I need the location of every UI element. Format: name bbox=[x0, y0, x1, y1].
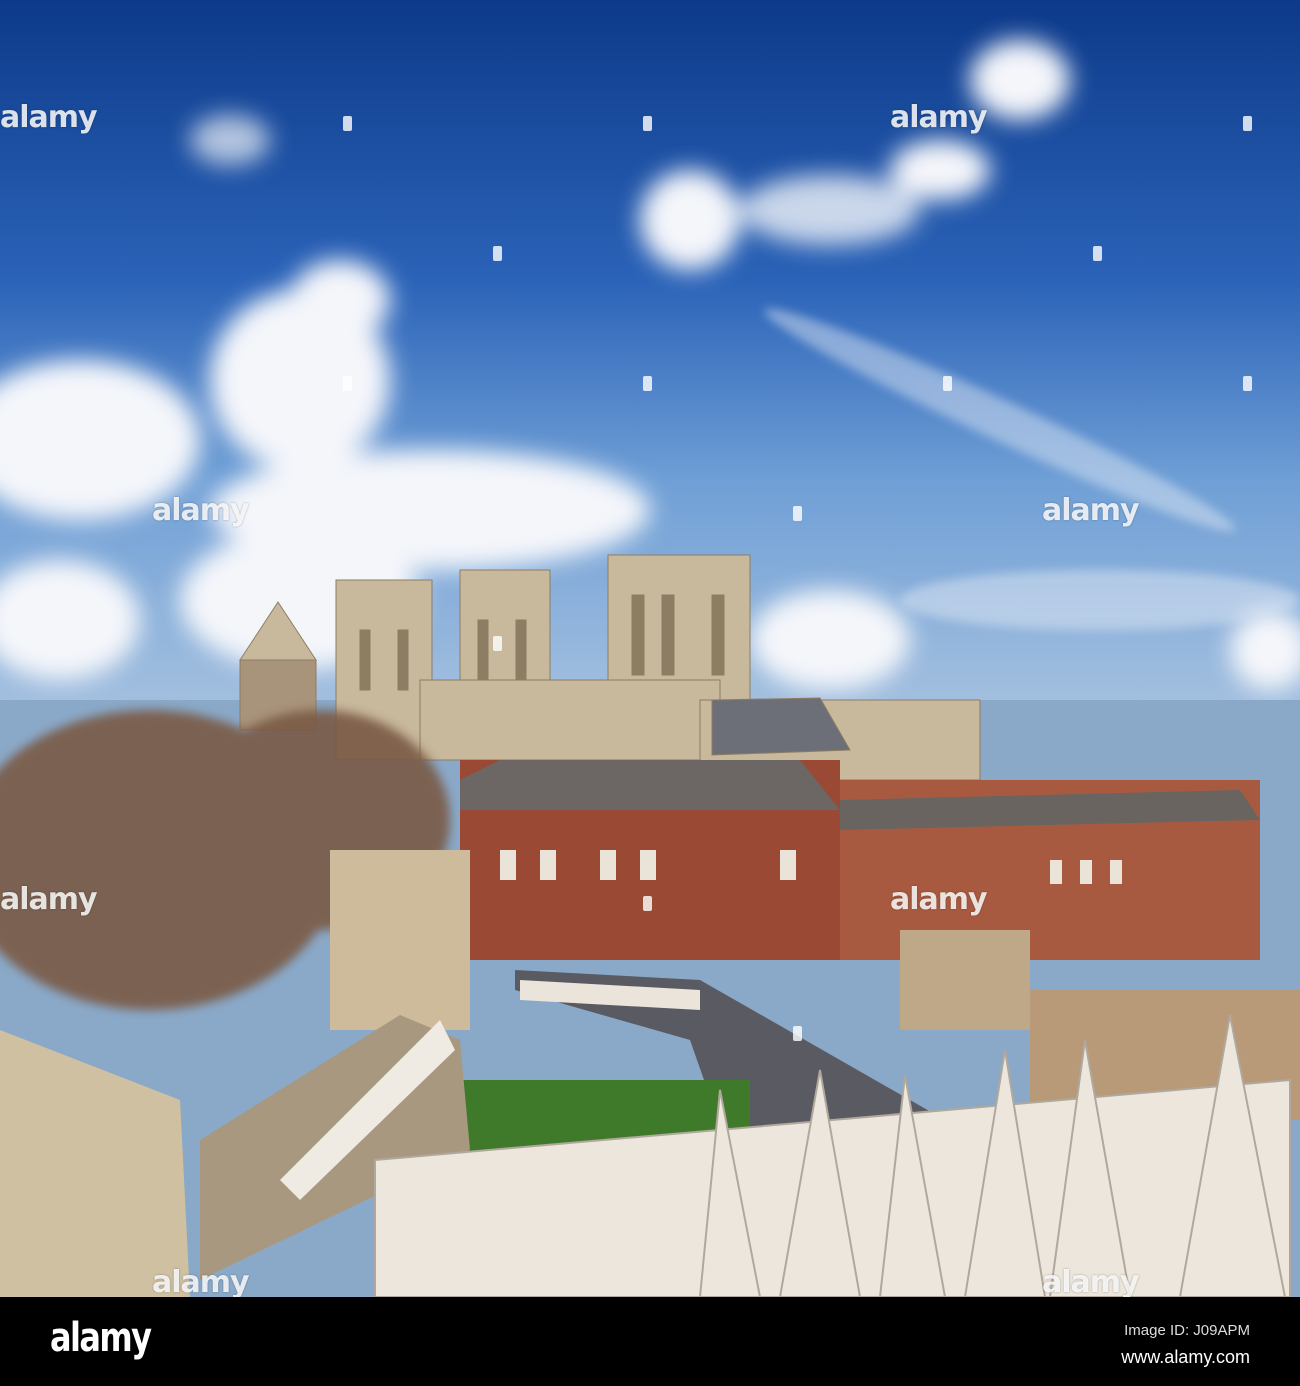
footer-bar: alamy Image ID: J09APM www.alamy.com bbox=[0, 1297, 1300, 1386]
watermark-dot bbox=[493, 636, 502, 651]
watermark-dot bbox=[1093, 246, 1102, 261]
watermark: alamy bbox=[890, 882, 988, 917]
watermark: alamy bbox=[1042, 493, 1140, 528]
watermark-dot bbox=[793, 506, 802, 521]
watermark-dot bbox=[943, 376, 952, 391]
watermark-dot bbox=[643, 376, 652, 391]
watermark-dot bbox=[343, 376, 352, 391]
watermark: alamy bbox=[152, 493, 250, 528]
watermark: alamy bbox=[890, 100, 988, 135]
watermark: alamy bbox=[1042, 1265, 1140, 1300]
alamy-logo: alamy bbox=[50, 1315, 152, 1361]
watermark: alamy bbox=[0, 100, 98, 135]
watermark-dot bbox=[493, 246, 502, 261]
website-link[interactable]: www.alamy.com bbox=[1121, 1347, 1250, 1368]
watermark: alamy bbox=[152, 1265, 250, 1300]
watermark-dot bbox=[1243, 376, 1252, 391]
watermark-dot bbox=[1243, 116, 1252, 131]
watermark-dot bbox=[643, 896, 652, 911]
watermark: alamy bbox=[0, 882, 98, 917]
image-id: Image ID: J09APM bbox=[1124, 1322, 1250, 1339]
photo bbox=[0, 0, 1300, 1297]
watermark-dot bbox=[343, 116, 352, 131]
watermark-dot bbox=[793, 1026, 802, 1041]
watermark-dot bbox=[643, 116, 652, 131]
